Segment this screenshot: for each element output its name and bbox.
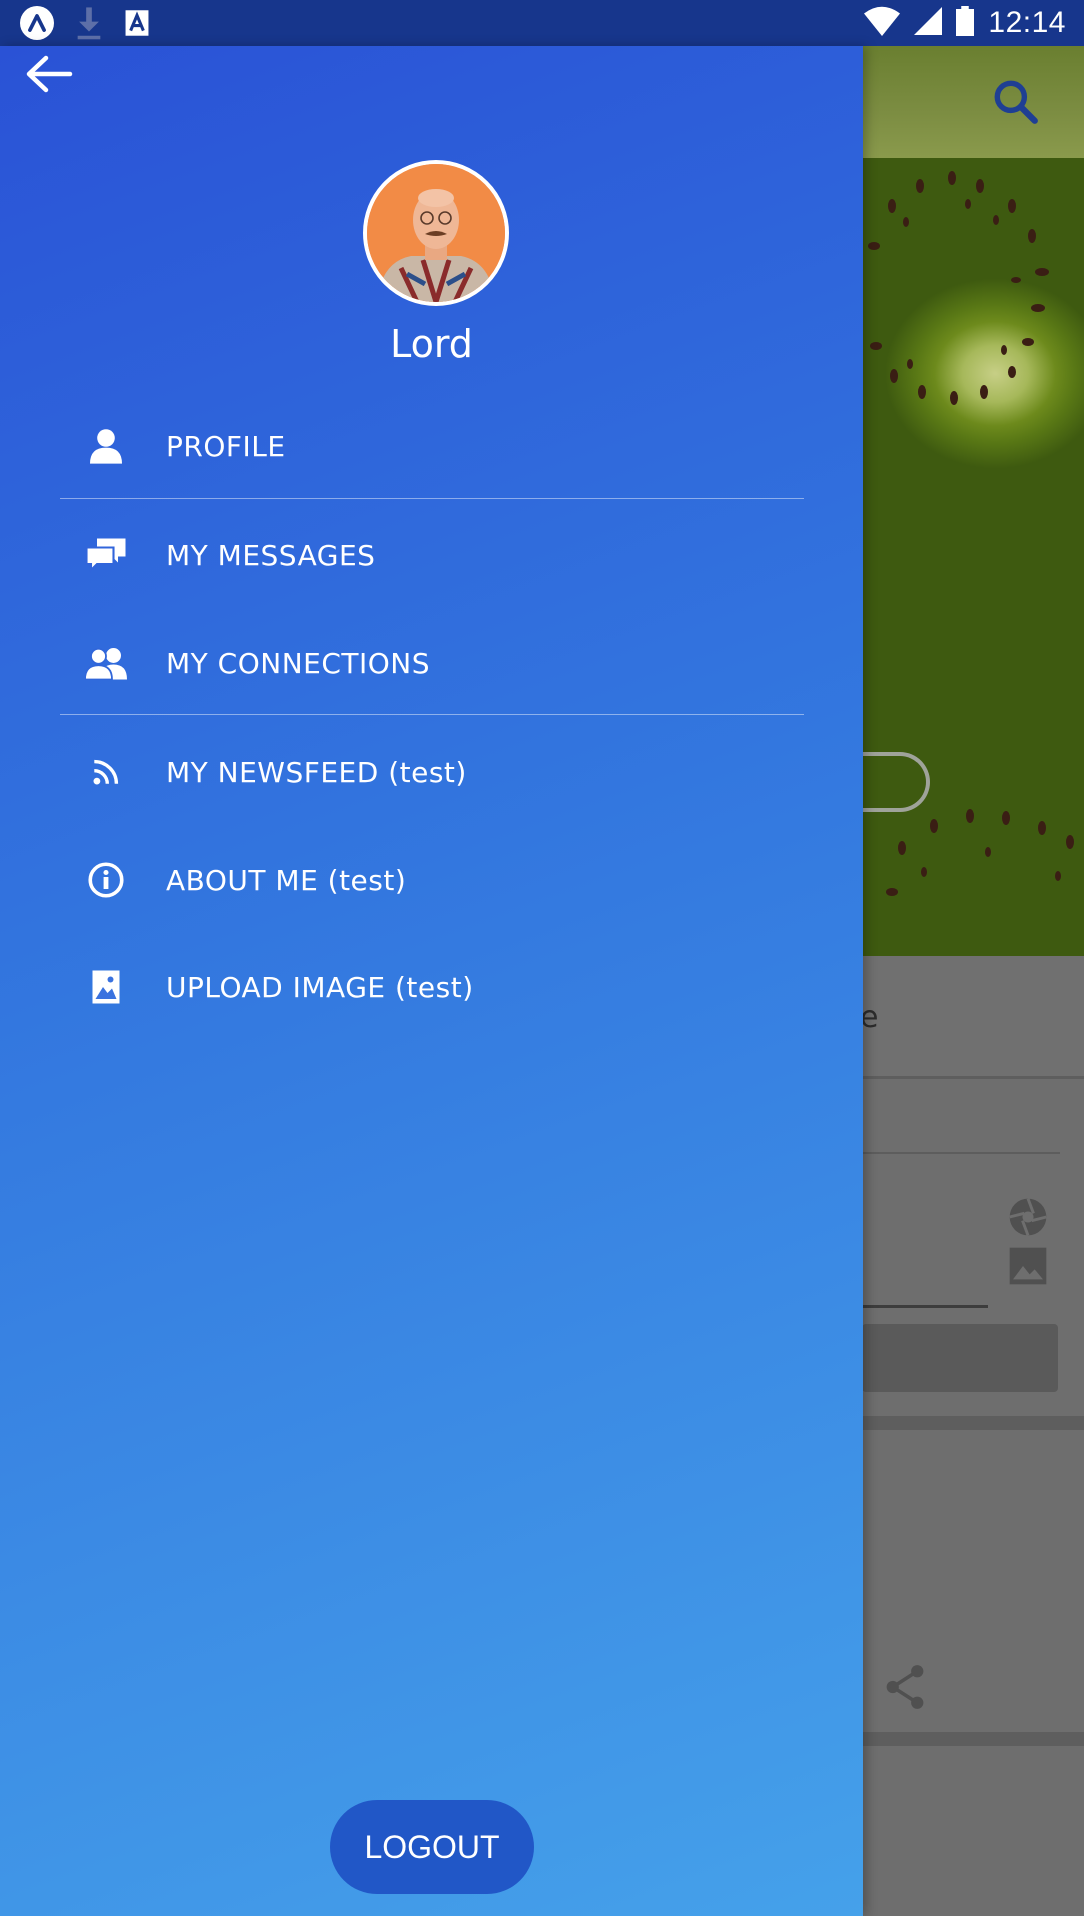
menu-item-messages[interactable]: MY MESSAGES bbox=[60, 513, 804, 597]
people-icon bbox=[60, 646, 152, 680]
user-name: Lord bbox=[390, 322, 473, 366]
menu-item-label: ABOUT ME (test) bbox=[166, 863, 407, 897]
aperture-icon bbox=[1006, 1195, 1050, 1243]
section-separator bbox=[862, 1416, 1084, 1430]
battery-icon bbox=[956, 6, 975, 40]
arrow-left-icon bbox=[26, 55, 73, 93]
search-icon bbox=[990, 76, 1040, 130]
menu-item-connections[interactable]: MY CONNECTIONS bbox=[60, 621, 804, 705]
a-app-icon bbox=[124, 9, 150, 41]
menu-item-upload-image[interactable]: UPLOAD IMAGE (test) bbox=[60, 945, 804, 1029]
menu-item-label: UPLOAD IMAGE (test) bbox=[166, 970, 474, 1004]
menu-divider bbox=[60, 714, 804, 715]
status-bar: 12:14 bbox=[0, 0, 1084, 46]
rss-icon bbox=[60, 759, 152, 785]
menu-item-newsfeed[interactable]: MY NEWSFEED (test) bbox=[60, 730, 804, 814]
menu-item-label: MY NEWSFEED (test) bbox=[166, 755, 467, 789]
kiwi-image bbox=[862, 46, 1084, 956]
menu-item-label: MY CONNECTIONS bbox=[166, 646, 431, 680]
header-bar bbox=[862, 46, 1084, 158]
input-underline bbox=[862, 1305, 988, 1308]
menu-divider bbox=[60, 498, 804, 499]
image-icon bbox=[1008, 1246, 1048, 1290]
signal-icon bbox=[914, 7, 943, 39]
wifi-icon bbox=[864, 6, 901, 40]
section-separator bbox=[862, 1732, 1084, 1746]
menu-item-label: PROFILE bbox=[166, 429, 286, 463]
menu-item-about-me[interactable]: ABOUT ME (test) bbox=[60, 838, 804, 922]
divider bbox=[862, 1152, 1060, 1154]
expo-icon bbox=[20, 6, 54, 44]
logout-button[interactable]: LOGOUT bbox=[330, 1800, 534, 1894]
menu-item-label: MY MESSAGES bbox=[166, 538, 376, 572]
avatar[interactable] bbox=[363, 160, 509, 306]
background-card bbox=[862, 956, 1084, 1079]
chat-bubbles-icon bbox=[60, 537, 152, 573]
navigation-drawer: Lord PROFILE MY MESSAGES MY CONNECTIONS … bbox=[0, 46, 863, 1916]
person-icon bbox=[60, 428, 152, 464]
status-time: 12:14 bbox=[988, 6, 1066, 39]
download-icon bbox=[76, 6, 102, 44]
share-icon bbox=[884, 1664, 926, 1714]
menu-item-profile[interactable]: PROFILE bbox=[60, 404, 804, 488]
back-button[interactable] bbox=[24, 54, 74, 98]
background-button bbox=[862, 1324, 1058, 1392]
info-icon bbox=[60, 862, 152, 898]
image-icon bbox=[60, 969, 152, 1005]
avatar-photo bbox=[367, 164, 505, 302]
